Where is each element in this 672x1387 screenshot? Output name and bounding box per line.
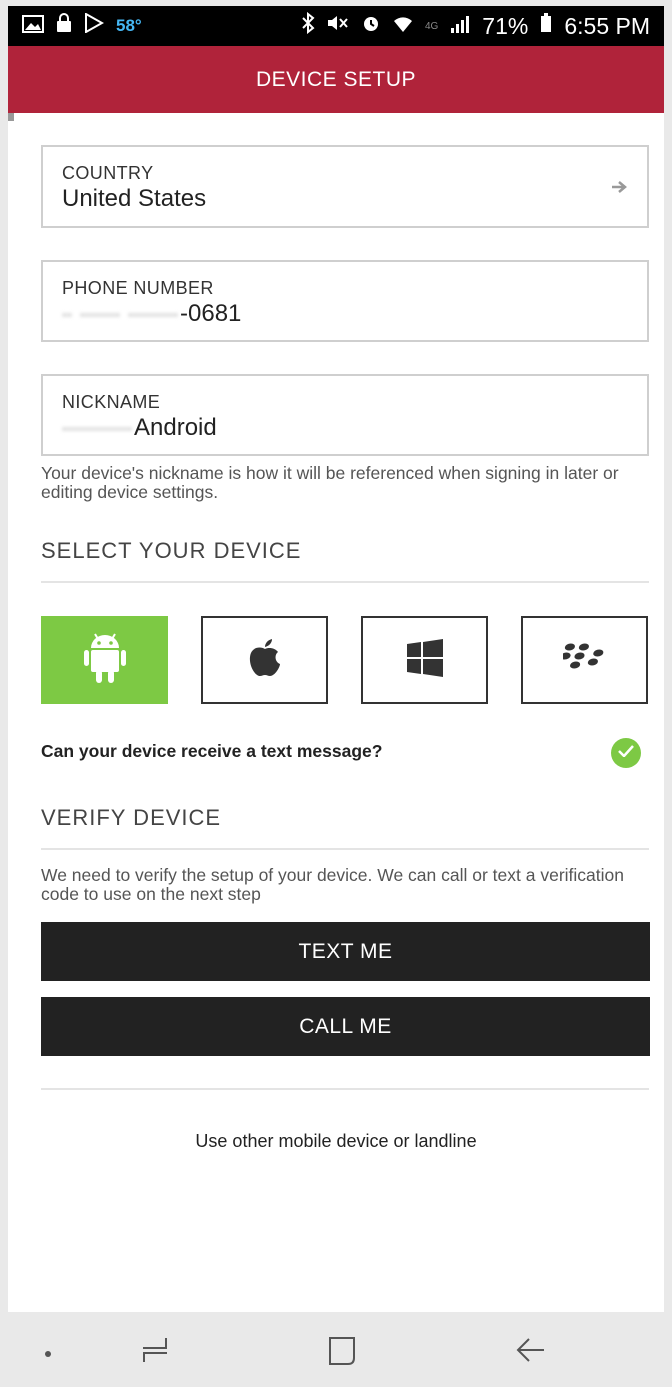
- mute-icon: [327, 13, 349, 39]
- back-icon[interactable]: [516, 1336, 546, 1369]
- app-bar: DEVICE SETUP: [8, 46, 664, 113]
- call-me-button[interactable]: CALL ME: [41, 997, 650, 1056]
- blackberry-icon: [559, 643, 607, 678]
- divider: [41, 848, 649, 850]
- blackberry-device-button[interactable]: [521, 616, 648, 704]
- phone-number-value: -0681: [180, 300, 242, 327]
- clock: 6:55 PM: [564, 12, 650, 39]
- text-message-question: Can your device receive a text message?: [41, 741, 383, 761]
- divider: [41, 581, 649, 583]
- nav-dot-icon: [44, 1345, 52, 1363]
- text-me-button[interactable]: TEXT ME: [41, 922, 650, 981]
- checkmark-icon: [618, 744, 634, 762]
- phone-number-label: PHONE NUMBER: [62, 278, 214, 298]
- temperature: 58°: [116, 16, 142, 35]
- phone-number-field[interactable]: PHONE NUMBER -0681: [41, 260, 649, 342]
- windows-icon: [406, 638, 444, 682]
- redacted-digits: [128, 312, 178, 317]
- verify-device-title: VERIFY DEVICE: [41, 805, 222, 830]
- arrow-right-icon: [611, 177, 627, 200]
- home-icon[interactable]: [328, 1336, 356, 1371]
- bluetooth-icon: [301, 11, 315, 40]
- play-store-icon: [84, 12, 105, 39]
- nickname-field[interactable]: NICKNAME Android: [41, 374, 649, 456]
- system-nav-bar: [8, 1312, 664, 1387]
- apple-icon: [247, 638, 283, 683]
- android-device-button[interactable]: [41, 616, 168, 704]
- lock-icon: [56, 13, 72, 39]
- other-device-link[interactable]: Use other mobile device or landline: [8, 1131, 664, 1152]
- battery-icon: [540, 13, 552, 39]
- country-select[interactable]: COUNTRY United States: [41, 145, 649, 228]
- divider: [41, 1088, 649, 1090]
- country-value: United States: [62, 185, 207, 212]
- image-icon: [22, 13, 44, 39]
- verify-description: We need to verify the setup of your devi…: [41, 865, 624, 904]
- main-content: COUNTRY United States PHONE NUMBER -0681…: [8, 113, 664, 1312]
- android-icon: [83, 632, 127, 689]
- recent-apps-icon[interactable]: [140, 1336, 170, 1369]
- scroll-indicator: [8, 113, 14, 121]
- text-message-toggle[interactable]: [611, 738, 641, 768]
- redacted-name: [62, 426, 132, 431]
- nickname-value: Android: [134, 414, 217, 441]
- nickname-help-text: Your device's nickname is how it will be…: [41, 463, 619, 502]
- windows-device-button[interactable]: [361, 616, 488, 704]
- battery-percent: 71%: [482, 12, 529, 39]
- redacted-digits: [62, 312, 72, 317]
- country-label: COUNTRY: [62, 163, 154, 183]
- select-device-title: SELECT YOUR DEVICE: [41, 538, 302, 563]
- network-type: 4G: [424, 20, 439, 32]
- status-bar: 58° 4G 71% 6:55 PM: [8, 6, 664, 46]
- nickname-label: NICKNAME: [62, 392, 161, 412]
- redacted-digits: [80, 312, 120, 317]
- wifi-icon: [393, 13, 413, 39]
- apple-device-button[interactable]: [201, 616, 328, 704]
- page-title: DEVICE SETUP: [255, 67, 417, 91]
- signal-icon: [450, 13, 470, 39]
- alarm-icon: [361, 13, 381, 39]
